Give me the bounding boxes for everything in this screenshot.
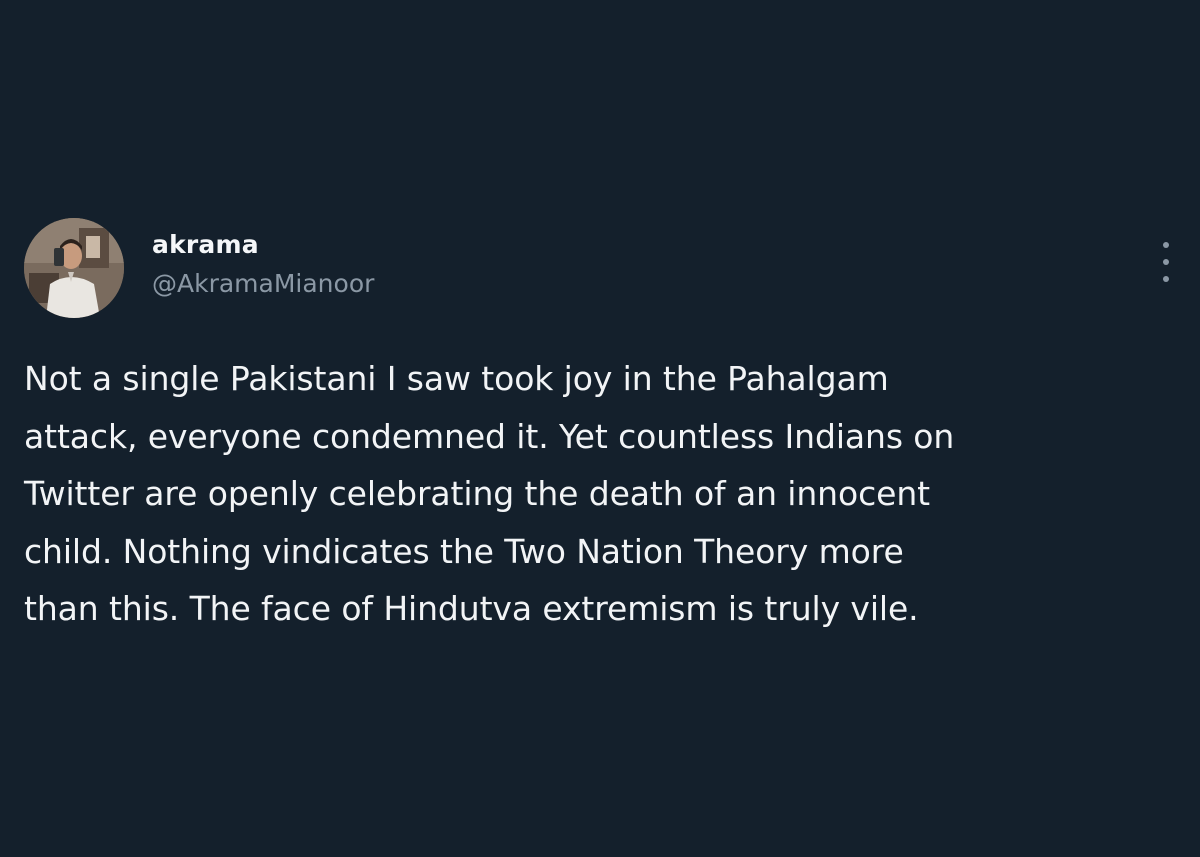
- user-handle[interactable]: @AkramaMianoor: [152, 266, 374, 302]
- tweet-text-line: child. Nothing vindicates the Two Nation…: [24, 531, 904, 571]
- more-dot: [1163, 276, 1169, 282]
- avatar[interactable]: [24, 218, 124, 318]
- author-names: akrama @AkramaMianoor: [152, 228, 374, 302]
- tweet-text: Not a single Pakistani I saw took joy in…: [24, 350, 1164, 638]
- tweet-text-line: Twitter are openly celebrating the death…: [24, 474, 930, 513]
- display-name[interactable]: akrama: [152, 228, 374, 262]
- tweet-card[interactable]: akrama @AkramaMianoor Not a single Pakis…: [24, 218, 1184, 638]
- tweet-text-line: than this. The face of Hindutva extremis…: [24, 589, 919, 628]
- tweet-header: akrama @AkramaMianoor: [24, 218, 1184, 322]
- tweet-text-line: Not a single Pakistani I saw took joy in…: [24, 359, 889, 398]
- tweet-screenshot: akrama @AkramaMianoor Not a single Pakis…: [0, 0, 1200, 857]
- more-vertical-icon[interactable]: [1158, 242, 1174, 282]
- more-dot: [1163, 259, 1169, 265]
- user-photo-avatar-icon: [24, 218, 124, 318]
- tweet-text-line: attack, everyone condemned it. Yet count…: [24, 416, 955, 456]
- more-dot: [1163, 242, 1169, 248]
